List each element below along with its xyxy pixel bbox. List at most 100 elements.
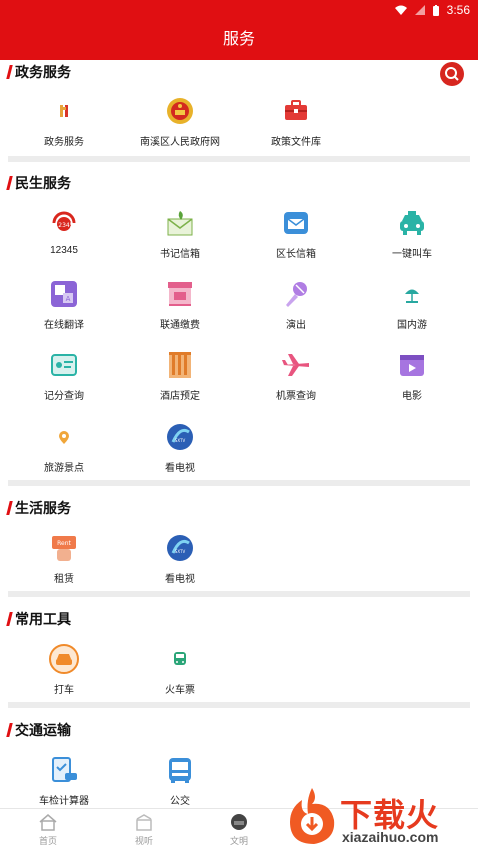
- grid-item-label: 政策文件库: [271, 137, 321, 148]
- grid-item-label: 公交: [170, 796, 190, 807]
- tab-civilization[interactable]: 文明: [215, 812, 263, 848]
- grid-item-label: 车检计算器: [39, 796, 89, 807]
- grid-item-label: 看电视: [165, 574, 195, 585]
- section-header-transport: 交通运输: [6, 720, 71, 740]
- grid-item-secretary-mailbox[interactable]: 书记信箱: [122, 208, 238, 270]
- section-divider: [8, 156, 470, 162]
- section-marker: [6, 501, 13, 515]
- national-emblem-icon: [167, 98, 193, 124]
- status-bar: 3:56: [0, 0, 478, 22]
- tab-media[interactable]: 视听: [120, 812, 168, 848]
- grid-item-watch-tv[interactable]: SXTV 看电视: [122, 422, 238, 484]
- train-icon: [174, 652, 186, 665]
- section-header-tools: 常用工具: [6, 609, 71, 629]
- grid-item-label: 酒店预定: [160, 391, 200, 402]
- search-icon: [445, 67, 459, 81]
- grid-item-performance[interactable]: 演出: [238, 279, 354, 341]
- grid-item-label: 南溪区人民政府网: [140, 137, 220, 148]
- grid-item-label: 打车: [54, 685, 74, 696]
- svg-text:A: A: [66, 295, 71, 303]
- grid-item-label: 旅游景点: [44, 463, 84, 474]
- grid-item-hail-taxi[interactable]: 打车: [6, 644, 122, 706]
- vehicle-inspection-icon: [52, 757, 77, 782]
- tab-home[interactable]: 首页: [24, 812, 72, 848]
- section-title-gov: 政务服务: [15, 64, 71, 80]
- service-content: 政务服务 政务服务 南溪区人民政府网 政策文件库 民生服务 12345 1234…: [0, 60, 478, 808]
- airplane-icon: [282, 354, 309, 376]
- grid-item-movie[interactable]: 电影: [354, 350, 470, 412]
- grid-item-train-ticket[interactable]: 火车票: [122, 644, 238, 706]
- grid-item-unicom-payment[interactable]: 联通缴费: [122, 279, 238, 341]
- grid-item-rent[interactable]: Rent 租赁: [6, 533, 122, 595]
- grid-item-label: 国内游: [397, 320, 427, 331]
- flame-logo-icon: [290, 788, 335, 844]
- grid-item-points-query[interactable]: 记分查询: [6, 350, 122, 412]
- translate-icon: A: [51, 281, 77, 307]
- microphone-icon: [286, 282, 307, 307]
- grid-item-label: 政务服务: [44, 137, 84, 148]
- grid-item-label: 在线翻译: [44, 320, 84, 331]
- grid-item-label: 看电视: [165, 463, 195, 474]
- watermark: 下载火 xiazaihuo.com: [282, 782, 478, 849]
- section-marker: [6, 176, 13, 190]
- mayor-mailbox-icon: [284, 212, 308, 234]
- title-bar: 服务: [0, 22, 478, 60]
- grid-item-label: 租赁: [54, 574, 74, 585]
- signal-icon: [414, 5, 425, 15]
- bus-icon: [169, 758, 191, 783]
- grid-item-label: 12345: [50, 245, 78, 256]
- store-icon: [168, 282, 192, 306]
- location-pin-icon: [59, 431, 69, 444]
- section-title-transport: 交通运输: [15, 722, 71, 738]
- section-divider: [8, 480, 470, 486]
- beach-umbrella-icon: [405, 289, 419, 303]
- grid-item-label: 一键叫车: [392, 249, 432, 260]
- grid-item-flight-query[interactable]: 机票查询: [238, 350, 354, 412]
- section-divider: [8, 702, 470, 708]
- section-title-tools: 常用工具: [15, 611, 71, 627]
- grid-item-taxi[interactable]: 一键叫车: [354, 208, 470, 270]
- hotline-12345-icon: 12345: [52, 211, 76, 231]
- grid-item-label: 机票查询: [276, 391, 316, 402]
- grid-item-mayor-mailbox[interactable]: 区长信箱: [238, 208, 354, 270]
- grid-item-watch-tv-2[interactable]: SXTV 看电视: [122, 533, 238, 595]
- home-icon: [39, 814, 57, 831]
- grid-item-nanxi-gov[interactable]: 南溪区人民政府网: [122, 96, 238, 158]
- gov-service-icon: [60, 105, 68, 117]
- grid-item-hotel-booking[interactable]: 酒店预定: [122, 350, 238, 412]
- section-header-life: 生活服务: [6, 498, 71, 518]
- grid-item-vehicle-inspection[interactable]: 车检计算器: [6, 755, 122, 808]
- rent-sign-icon: Rent: [52, 536, 76, 561]
- section-divider: [8, 591, 470, 597]
- grid-item-bus[interactable]: 公交: [122, 755, 238, 808]
- section-header-gov: 政务服务: [6, 62, 71, 82]
- grid-item-gov-service[interactable]: 政务服务: [6, 96, 122, 158]
- section-marker: [6, 612, 13, 626]
- section-marker: [6, 65, 13, 79]
- grid-item-domestic-travel[interactable]: 国内游: [354, 279, 470, 341]
- svg-text:SXTV: SXTV: [175, 549, 186, 554]
- grid-item-label: 书记信箱: [160, 249, 200, 260]
- battery-icon: [432, 4, 439, 16]
- section-header-livelihood: 民生服务: [6, 173, 71, 193]
- grid-item-label: 火车票: [165, 685, 195, 696]
- grid-item-label: 记分查询: [44, 391, 84, 402]
- status-time: 3:56: [446, 3, 470, 17]
- grid-item-policy-library[interactable]: 政策文件库: [238, 96, 354, 158]
- section-title-livelihood: 民生服务: [15, 175, 71, 191]
- tv-logo-icon: SXTV: [167, 424, 193, 450]
- license-card-icon: [51, 354, 77, 376]
- grid-item-label: 联通缴费: [160, 320, 200, 331]
- grid-item-translate[interactable]: A 在线翻译: [6, 279, 122, 341]
- briefcase-icon: [285, 100, 307, 120]
- wifi-icon: [394, 5, 407, 15]
- grid-item-label: 电影: [402, 391, 422, 402]
- grid-item-attractions[interactable]: 旅游景点: [6, 422, 122, 484]
- search-button[interactable]: [440, 62, 464, 86]
- svg-text:12345: 12345: [54, 222, 73, 229]
- grid-item-label: 区长信箱: [276, 249, 316, 260]
- movie-icon: [400, 355, 424, 376]
- taxi-icon: [400, 211, 424, 235]
- svg-text:SXTV: SXTV: [175, 438, 186, 443]
- grid-item-12345[interactable]: 12345 12345: [6, 208, 122, 270]
